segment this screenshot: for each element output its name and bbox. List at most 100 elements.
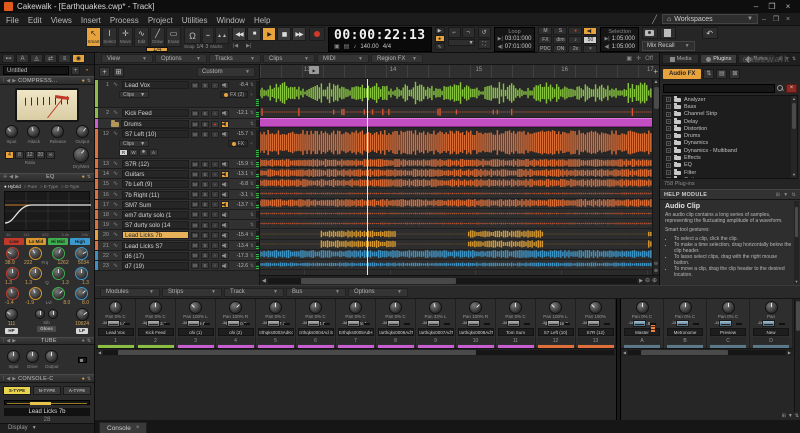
lp-freq-knob[interactable] <box>76 308 89 321</box>
power-icon[interactable]: ● <box>82 338 85 344</box>
console-type-s-type[interactable]: S-TYPE <box>3 386 31 395</box>
scroll-left-icon[interactable]: ◀ <box>262 278 266 284</box>
eq-knob[interactable] <box>6 267 19 280</box>
track-row[interactable]: 22∿d6 (17)MS●-17.3⇅ <box>95 251 259 261</box>
clips-dropdown[interactable]: Clips▼ <box>119 140 149 147</box>
menu-views[interactable]: Views <box>51 16 72 25</box>
zoom-in-icon[interactable]: ⊕ <box>652 277 657 284</box>
tempo-value[interactable]: 140.00 <box>360 44 378 50</box>
time-ruler[interactable]: ▶ + 1314151617 <box>260 65 659 79</box>
eq-knob[interactable] <box>52 287 65 300</box>
track-name[interactable]: d7 (19) <box>122 262 189 270</box>
tube-switch[interactable] <box>78 357 87 363</box>
track-row[interactable]: 16∿7b Right (11)MS●-3.1⇅ <box>95 190 259 200</box>
scroll-left-icon[interactable]: ◀ <box>98 350 101 355</box>
channel-strip[interactable]: Pan 100% R0-6-12-18-24-36-5.3Earthqks000… <box>456 299 496 348</box>
chevron-down-icon[interactable]: ▼ <box>783 192 788 198</box>
record-button[interactable] <box>309 27 325 41</box>
track-volume-db[interactable]: -8.4 <box>231 82 248 88</box>
eq-knob[interactable] <box>75 287 88 300</box>
next-icon[interactable]: ▶ <box>12 78 16 84</box>
track-volume-db[interactable]: -17.3 <box>231 253 248 259</box>
input-echo-button[interactable] <box>221 110 229 117</box>
trackview-menu-view[interactable]: View▼ <box>101 54 153 63</box>
clip-lane[interactable] <box>260 158 659 168</box>
eq-knob[interactable] <box>52 267 65 280</box>
scrollbar-thumb[interactable] <box>654 87 659 109</box>
channel-strip[interactable]: Pan 0% C0-6-12-18-24-360.0Tom Sum11 <box>496 299 536 348</box>
markers-button[interactable]: ▲▲ <box>215 27 229 44</box>
channel-name[interactable]: Erthqks0005AdH <box>338 328 374 336</box>
eq-knob[interactable] <box>6 247 19 260</box>
eq-band-low[interactable]: Low <box>4 238 24 245</box>
solo-button[interactable]: S <box>201 252 209 259</box>
channel-name[interactable]: Metronome <box>667 328 703 336</box>
solo-button[interactable]: S <box>201 131 209 138</box>
pan-knob[interactable] <box>349 301 362 314</box>
collapse-icon[interactable]: ⇅ <box>87 78 91 84</box>
clip-lane[interactable] <box>260 260 659 270</box>
pan-knob[interactable] <box>229 301 242 314</box>
eq-type-pure[interactable]: ○Pure <box>24 184 37 189</box>
global-pdc-button[interactable]: PDC <box>538 45 552 53</box>
solo-button[interactable]: S <box>201 262 209 269</box>
list-icon[interactable]: ≡ <box>58 54 71 63</box>
input-echo-button[interactable] <box>221 82 229 89</box>
slider-handle[interactable] <box>30 402 51 405</box>
global-audition-button[interactable] <box>583 27 597 35</box>
plugin-folder-row[interactable]: +Filter <box>663 169 797 176</box>
channel-name[interactable]: Earthqks0006AdT <box>378 328 414 336</box>
console-menu-strips[interactable]: Strips▼ <box>162 288 222 297</box>
fader-handle[interactable] <box>762 320 775 327</box>
delta-icon[interactable]: ◬ <box>30 54 43 63</box>
expand-icon[interactable]: + <box>666 97 671 102</box>
doc-restore-button[interactable]: ❐ <box>770 15 782 23</box>
edit-tool-button[interactable]: ∿Edit <box>134 27 149 47</box>
pan-knob[interactable] <box>389 301 402 314</box>
pan-knob[interactable] <box>269 301 282 314</box>
fader-handle[interactable] <box>719 320 732 327</box>
draw-resolution[interactable]: 1/4 <box>146 47 168 52</box>
record-arm-button[interactable]: ● <box>211 121 219 128</box>
browser-tab-media[interactable]: Media <box>662 54 699 64</box>
marker-next-button[interactable]: ▶ <box>435 27 445 34</box>
stop-button[interactable]: ■ <box>247 27 261 41</box>
track-volume-db[interactable]: -6.8 <box>231 181 248 187</box>
auto-icon[interactable]: A <box>16 54 29 63</box>
pan-knob[interactable] <box>469 301 482 314</box>
track-row[interactable]: 13∿S7R (12)MS●-15.9⇅ <box>95 159 259 169</box>
eq-graph[interactable] <box>4 191 90 231</box>
track-name[interactable]: 7b Left (9) <box>122 180 189 188</box>
record-arm-button[interactable]: ● <box>211 242 219 249</box>
track-row[interactable]: 18∿em7 durty solo (1MS●⇅ <box>95 210 259 220</box>
go-end-icon[interactable]: ▶| <box>246 43 251 49</box>
minimize-button[interactable]: – <box>748 0 764 13</box>
global-s-button[interactable]: S <box>553 27 567 35</box>
clips-horizontal-scrollbar[interactable]: ◀ ▶ ⊖ ⊕ <box>260 275 659 285</box>
loop-from-selection-button[interactable]: ⛶ <box>478 39 491 49</box>
input-echo-button[interactable] <box>221 191 229 198</box>
compressor-header[interactable]: ⁞ ◀ ▶ COMPRESS... ● ⇅ <box>0 76 94 85</box>
clip-lane[interactable] <box>260 209 659 219</box>
fader-handle[interactable] <box>107 320 120 327</box>
fader-handle[interactable] <box>676 320 689 327</box>
mute-button[interactable]: M <box>191 252 199 259</box>
global-2x-button[interactable]: 2x <box>568 45 582 53</box>
sib-low-knob[interactable] <box>35 309 45 319</box>
input-echo-button[interactable] <box>221 131 229 138</box>
plugin-folder-row[interactable]: +Bass <box>663 103 797 110</box>
pause-button[interactable]: ▮▮ <box>277 27 291 41</box>
snap-value[interactable]: 1/4 <box>197 44 204 50</box>
drive-slider[interactable] <box>4 400 90 405</box>
eq-band-hi-mid[interactable]: Hi Mid <box>48 238 68 245</box>
track-name[interactable]: Guitars <box>122 170 189 178</box>
console-menu-options[interactable]: Options▼ <box>348 288 408 297</box>
mute-button[interactable]: M <box>191 222 199 229</box>
track-row[interactable]: 21∿Lead Licks S7MS●-13.4⇅ <box>95 241 259 251</box>
clips-dropdown[interactable]: Clips▼ <box>119 91 149 98</box>
fader-handle[interactable] <box>387 320 400 327</box>
fader-handle[interactable] <box>633 320 646 327</box>
expand-icon[interactable]: + <box>666 148 671 153</box>
solo-button[interactable]: S <box>201 110 209 117</box>
track-name[interactable]: Lead Licks 7b <box>122 231 189 239</box>
